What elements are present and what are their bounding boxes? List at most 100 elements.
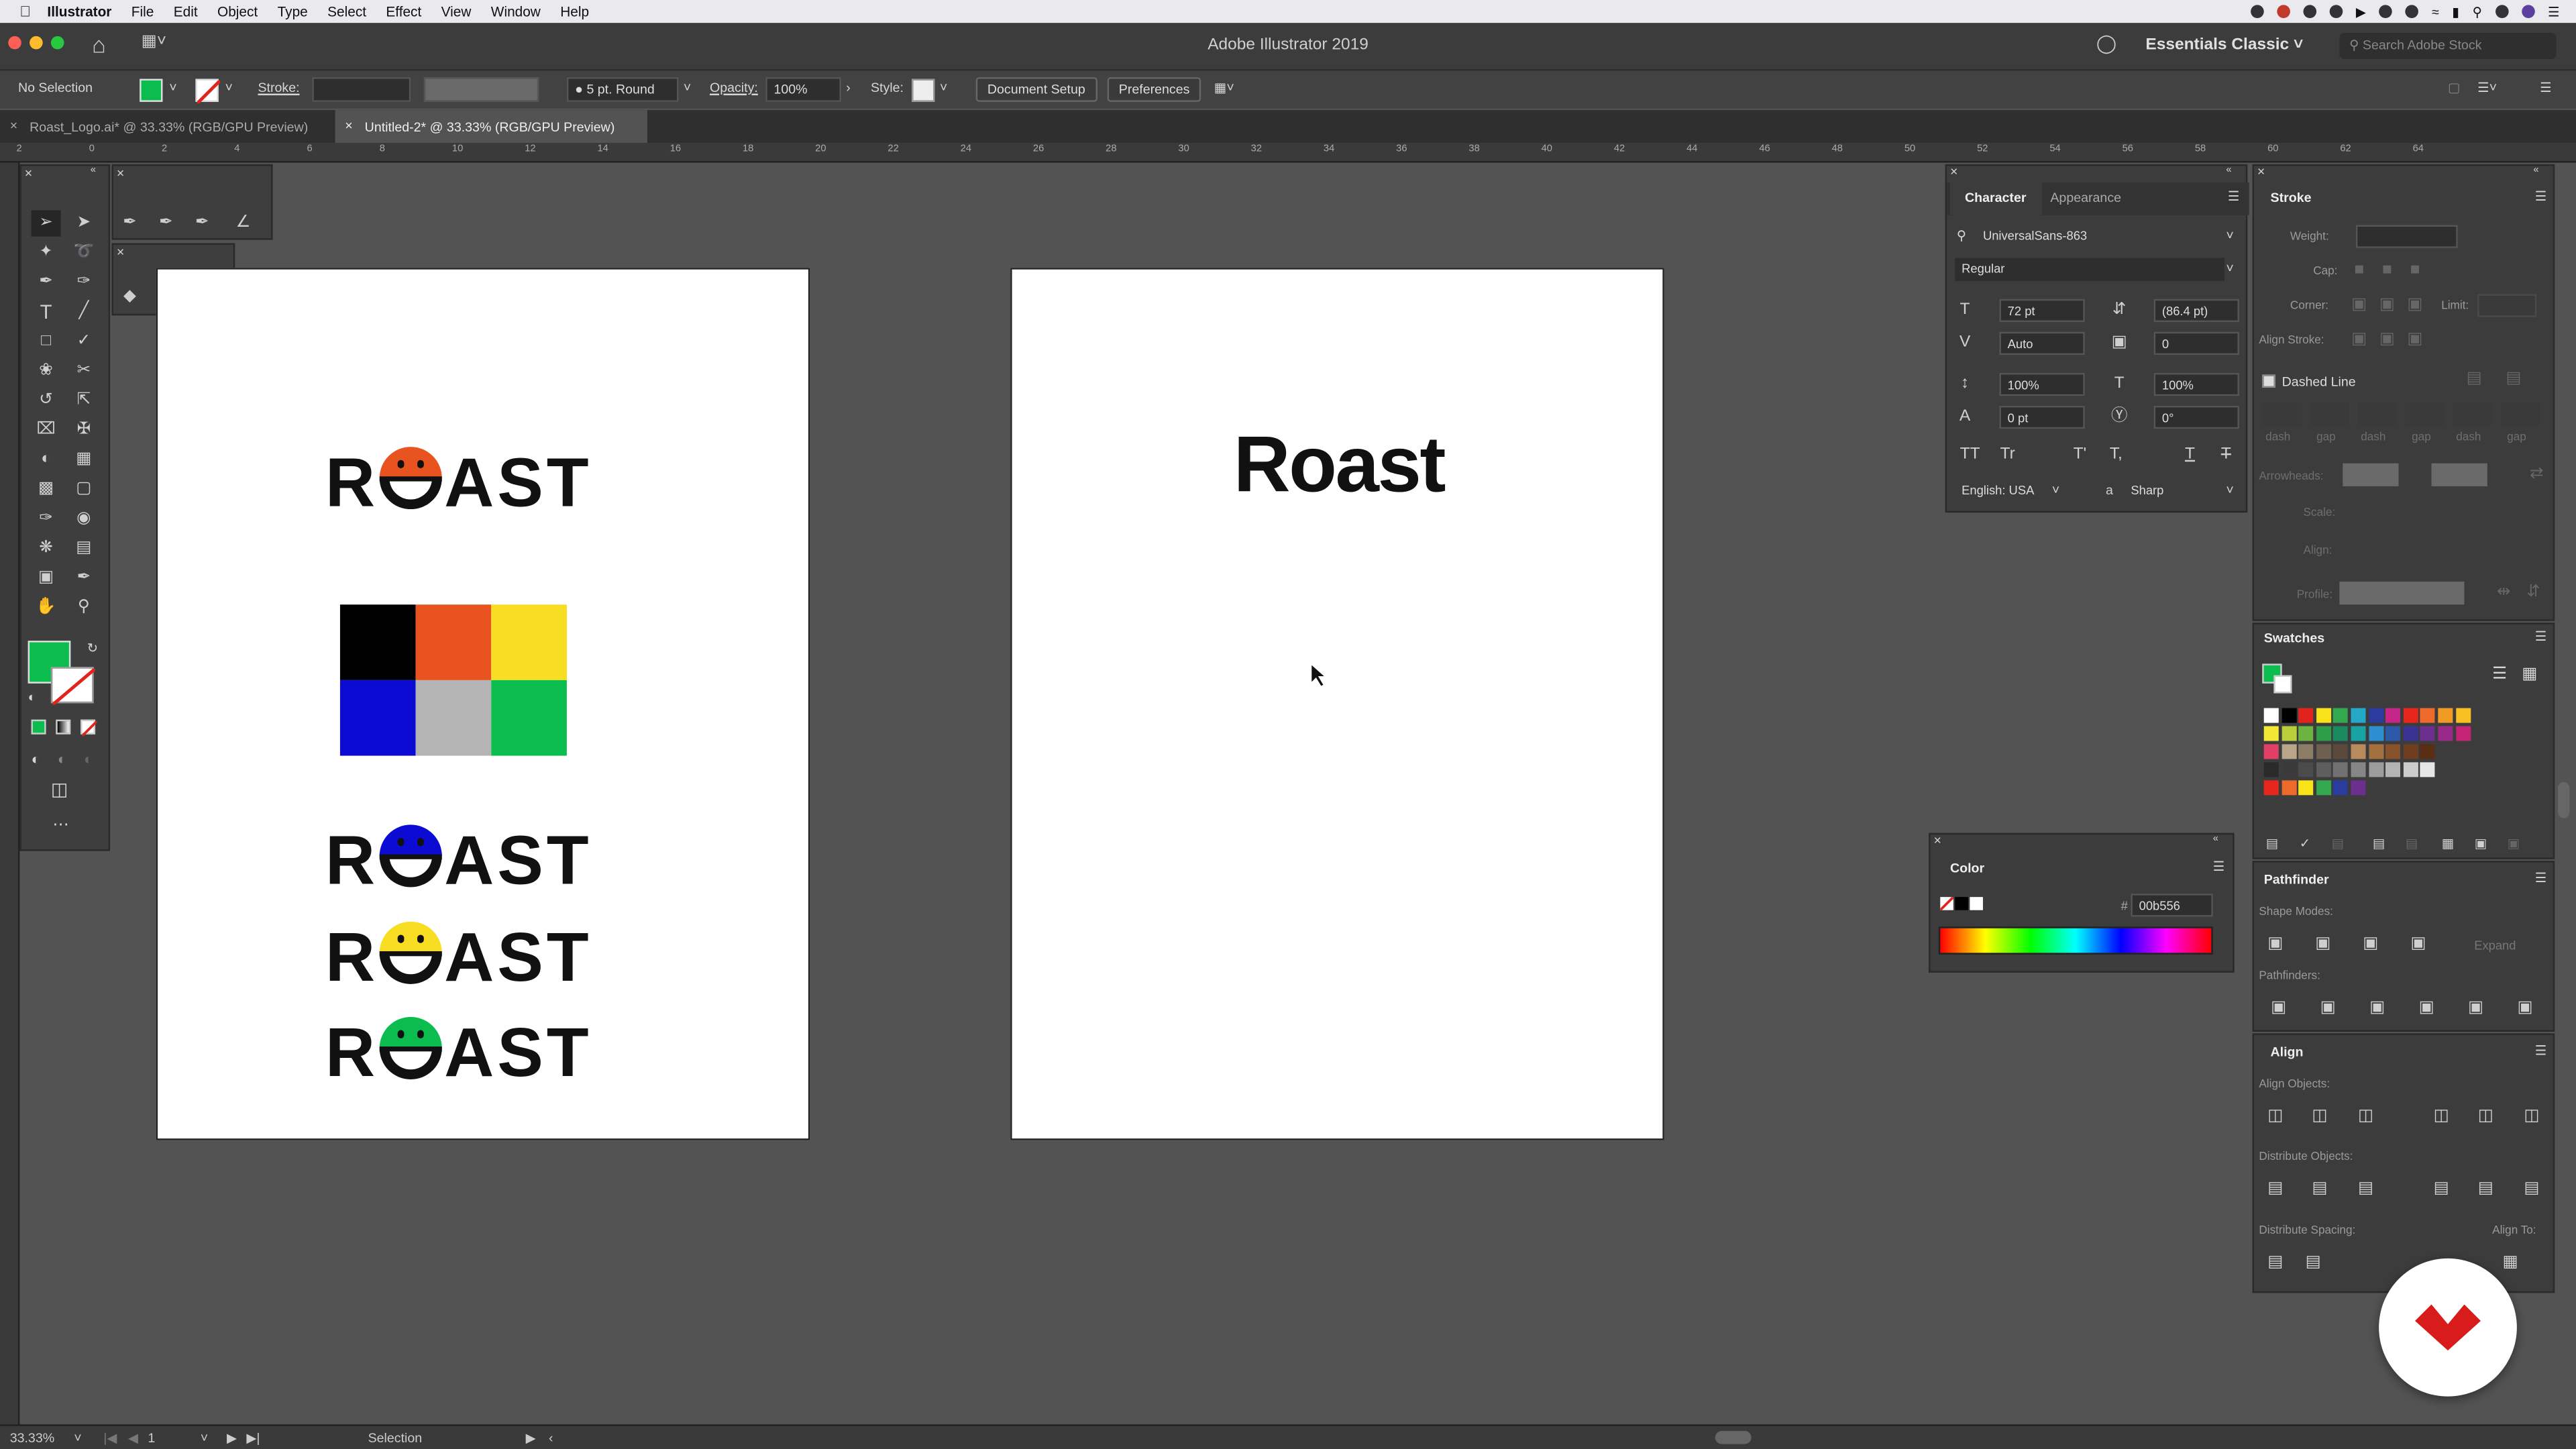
menu-help[interactable]: Help (551, 3, 599, 19)
menu-file[interactable]: File (121, 3, 164, 19)
swatch-chip[interactable] (2368, 708, 2383, 723)
collapse-panel-icon[interactable]: « (2226, 166, 2231, 176)
artboard-number[interactable]: 1 (148, 1431, 155, 1446)
chevron-down-icon[interactable]: ˅ (74, 1431, 81, 1446)
horizontal-ruler[interactable]: 2 0 2 4 6 8 10 12 14 16 18 20 22 24 26 28 30 32 34 36 38 40 42… (0, 143, 2576, 163)
roast-text[interactable]: Roast (1012, 421, 1666, 511)
new-color-group-icon[interactable]: ▦ (2438, 835, 2457, 854)
opacity-label[interactable]: Opacity: (710, 80, 758, 95)
cast-icon[interactable] (2405, 5, 2419, 18)
strikethrough-icon[interactable]: T (2216, 445, 2236, 465)
paintbrush-tool-icon[interactable]: ✓ (69, 329, 99, 355)
swatch-chip[interactable] (2385, 744, 2401, 759)
swatch-chip[interactable] (2351, 762, 2366, 777)
search-icon[interactable]: ⚲ (2473, 4, 2482, 19)
distribute-left-icon[interactable]: ▤ (2432, 1179, 2451, 1199)
palette-swatch-blue[interactable] (339, 680, 416, 756)
swatch-chip[interactable] (2263, 780, 2279, 796)
swatch-libraries-icon[interactable]: ▤ (2262, 835, 2282, 854)
pen-tool-icon[interactable]: ✒ (115, 210, 144, 236)
unite-icon[interactable]: ▣ (2265, 934, 2285, 954)
menu-edit[interactable]: Edit (164, 3, 207, 19)
chevron-down-icon[interactable]: ˅ (2226, 261, 2233, 276)
swatch-chip[interactable] (2281, 726, 2296, 741)
swatch-chip[interactable] (2368, 744, 2383, 759)
default-fill-stroke-icon[interactable]: ◐ (28, 690, 36, 705)
subscript-icon[interactable]: T, (2106, 445, 2126, 465)
vertical-scale-field[interactable]: 100% (1999, 372, 2085, 396)
lasso-tool-icon[interactable]: ➰ (69, 240, 99, 266)
intersect-icon[interactable]: ▣ (2361, 934, 2380, 954)
outline-icon[interactable]: ▣ (2466, 999, 2485, 1018)
align-options-icon[interactable]: ☰˅ (2477, 80, 2497, 95)
shaper-tool-icon[interactable]: ❀ (32, 358, 61, 384)
swatch-chip[interactable] (2263, 744, 2279, 759)
vertical-distribute-space-icon[interactable]: ▤ (2265, 1254, 2285, 1273)
anchor-point-tool-icon[interactable]: ∠ (228, 210, 258, 236)
align-vcenter-icon[interactable]: ◫ (2476, 1108, 2496, 1127)
hex-field[interactable]: 00b556 (2131, 894, 2213, 917)
tab-character[interactable]: Character (1965, 191, 2026, 205)
artboard-roast-logo[interactable]: R AST R AST R AST R AST (156, 268, 810, 1140)
draw-inside-icon[interactable]: ◐ (84, 751, 93, 767)
chevron-down-icon[interactable]: ˅ (169, 80, 176, 95)
swatch-chip[interactable] (2438, 708, 2453, 723)
panel-menu-icon[interactable]: ☰ (2535, 1043, 2547, 1058)
swatch-chip[interactable] (2263, 708, 2279, 723)
minus-back-icon[interactable]: ▣ (2515, 999, 2534, 1018)
arrange-documents-icon[interactable]: ▦˅ (1214, 80, 1234, 95)
end-arrowhead-select[interactable] (2431, 463, 2487, 486)
place-swatch-icon[interactable]: ✓ (2295, 835, 2314, 854)
tab-appearance[interactable]: Appearance (2050, 191, 2121, 205)
swatch-chip[interactable] (2316, 726, 2331, 741)
kerning-field[interactable]: Auto (1999, 331, 2085, 355)
align-stroke-inside-icon[interactable]: ▣ (2377, 330, 2397, 350)
swatch-chip[interactable] (2385, 762, 2401, 777)
document-setup-button[interactable]: Document Setup (975, 77, 1097, 102)
stroke-panel-title[interactable]: Stroke (2271, 191, 2312, 205)
distribute-vcenter-icon[interactable]: ▤ (2310, 1179, 2329, 1199)
gradient-mode-icon[interactable] (56, 719, 71, 735)
all-caps-icon[interactable]: TT (1960, 445, 1980, 465)
stroke-weight-field[interactable] (2355, 225, 2458, 248)
creative-cloud-icon[interactable] (2379, 5, 2393, 18)
miter-join-icon[interactable]: ▣ (2349, 296, 2369, 315)
palette-swatch-black[interactable] (339, 604, 416, 680)
bevel-join-icon[interactable]: ▣ (2405, 296, 2424, 315)
chevron-down-icon[interactable]: ˅ (940, 80, 947, 95)
chevron-down-icon[interactable]: ˅ (225, 80, 233, 95)
tab-roast-logo[interactable]: × Roast_Logo.ai* @ 33.33% (RGB/GPU Previe… (0, 110, 333, 143)
draw-normal-icon[interactable]: ◐ (32, 751, 40, 767)
align-left-icon[interactable]: ◫ (2265, 1108, 2285, 1127)
swatch-chip[interactable] (2455, 726, 2471, 741)
delete-anchor-tool-icon[interactable]: ✒ (187, 210, 217, 236)
butt-cap-icon[interactable]: ■ (2349, 261, 2369, 280)
trim-icon[interactable]: ▣ (2318, 999, 2338, 1018)
font-size-field[interactable]: 72 pt (1999, 299, 2085, 323)
none-mode-icon[interactable] (80, 719, 98, 737)
draw-behind-icon[interactable]: ◐ (58, 751, 66, 767)
record-icon[interactable] (2277, 5, 2290, 18)
swatch-chip[interactable] (2403, 726, 2418, 741)
swatch-chip[interactable] (2298, 726, 2314, 741)
distribute-hcenter-icon[interactable]: ▤ (2476, 1179, 2496, 1199)
perspective-grid-tool-icon[interactable]: ▦ (69, 447, 99, 473)
swatch-chip[interactable] (2438, 726, 2453, 741)
swatch-chip[interactable] (2368, 726, 2383, 741)
transform-icon[interactable]: ▢ (2448, 80, 2461, 95)
merge-icon[interactable]: ▣ (2367, 999, 2387, 1018)
swatch-chip[interactable] (2385, 708, 2401, 723)
first-artboard-icon[interactable]: |◀ (103, 1431, 117, 1446)
flip-along-icon[interactable]: ⇹ (2494, 583, 2514, 602)
expand-button[interactable]: Expand (2474, 938, 2516, 953)
panel-menu-icon[interactable]: ☰ (2535, 629, 2547, 644)
rectangle-tool-icon[interactable]: □ (32, 329, 61, 355)
leading-field[interactable]: (86.4 pt) (2153, 299, 2239, 323)
collapse-panel-icon[interactable]: « (2213, 835, 2218, 845)
stroke-weight-field[interactable] (312, 77, 411, 102)
rotate-tool-icon[interactable]: ↺ (32, 388, 61, 414)
swatch-chip[interactable] (2351, 744, 2366, 759)
swatch-chip[interactable] (2420, 708, 2436, 723)
eyedropper-tool-icon[interactable]: ✑ (32, 506, 61, 532)
color-panel-title[interactable]: Color (1950, 861, 1984, 875)
